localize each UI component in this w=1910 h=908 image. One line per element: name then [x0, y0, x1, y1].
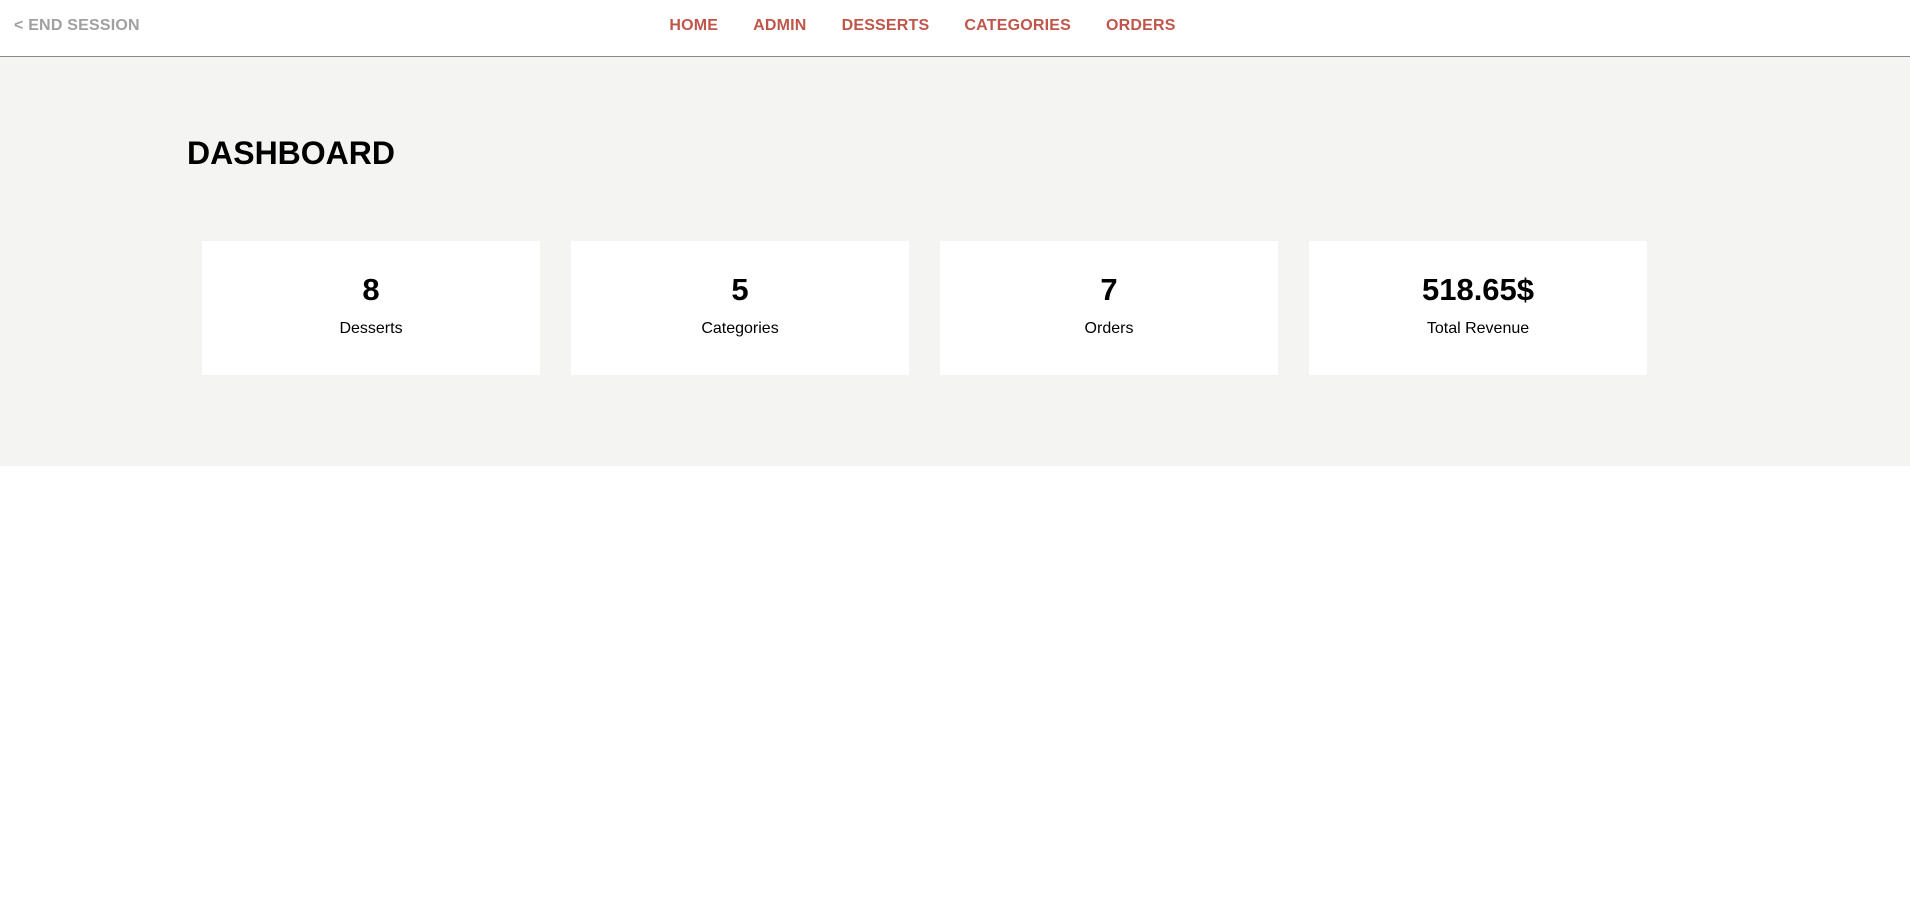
nav-orders-link[interactable]: ORDERS [1106, 17, 1176, 35]
stat-value: 7 [1100, 272, 1118, 307]
stat-label: Orders [1084, 320, 1134, 337]
stat-card-categories: 5 Categories [571, 241, 909, 375]
stat-label: Total Revenue [1426, 320, 1530, 337]
nav-admin-link[interactable]: ADMIN [753, 17, 806, 35]
page-title: DASHBOARD [187, 135, 395, 171]
stat-card-orders: 7 Orders [940, 241, 1278, 375]
nav-home-link[interactable]: HOME [669, 17, 718, 35]
top-navbar: < END SESSION HOME ADMIN DESSERTS CATEGO… [0, 0, 1910, 57]
stat-label: Desserts [339, 320, 403, 337]
stat-card-total-revenue: 518.65$ Total Revenue [1309, 241, 1647, 375]
main-nav: HOME ADMIN DESSERTS CATEGORIES ORDERS [0, 17, 1910, 35]
stat-card-desserts: 8 Desserts [202, 241, 540, 375]
end-session-link[interactable]: < END SESSION [14, 17, 140, 35]
stat-value: 518.65$ [1421, 272, 1535, 307]
dashboard-panel: DASHBOARD 8 Desserts 5 Categories 7 Orde… [0, 57, 1910, 466]
stat-label: Categories [701, 320, 779, 337]
stat-value: 5 [731, 272, 749, 307]
nav-desserts-link[interactable]: DESSERTS [842, 17, 930, 35]
stats-cards: 8 Desserts 5 Categories 7 Orders 518.65$… [202, 241, 1647, 375]
stat-value: 8 [362, 272, 380, 307]
nav-categories-link[interactable]: CATEGORIES [964, 17, 1071, 35]
